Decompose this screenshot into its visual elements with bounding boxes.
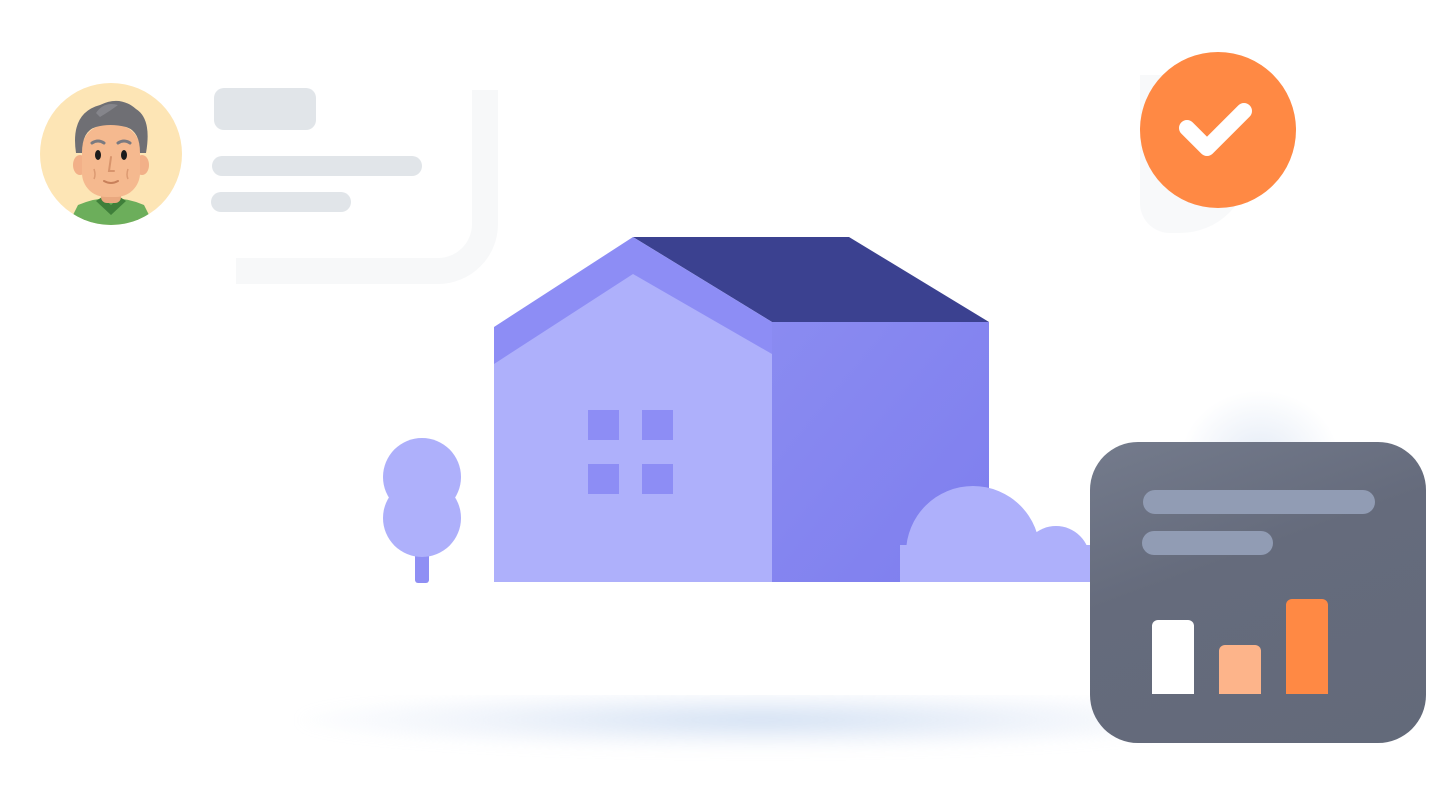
illustration-stage bbox=[0, 0, 1456, 810]
stats-line-2 bbox=[1142, 531, 1273, 555]
stats-bar-1 bbox=[1152, 620, 1194, 694]
tree-icon bbox=[383, 438, 461, 583]
stats-bar-2 bbox=[1219, 645, 1261, 694]
stats-bar-3 bbox=[1286, 599, 1328, 694]
stats-card bbox=[1090, 442, 1426, 743]
stats-line-1 bbox=[1143, 490, 1375, 514]
